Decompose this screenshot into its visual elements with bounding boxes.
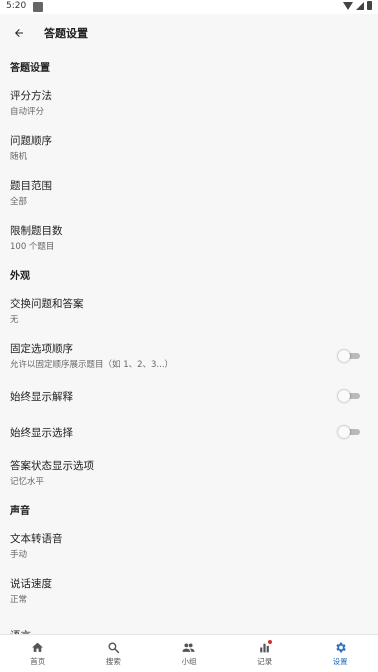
setting-language[interactable]: 语言 [0,613,378,634]
setting-fixed-option-order[interactable]: 固定选项顺序 允许以固定顺序展示题目（如 1、2、3...） [0,333,378,378]
setting-text-to-speech[interactable]: 文本转语音 手动 [0,523,378,568]
setting-answer-status-options[interactable]: 答案状态显示选项 记忆水平 [0,450,378,495]
setting-title: 问题顺序 [10,135,52,147]
app-bar: 答题设置 [0,14,378,52]
setting-scoring-method[interactable]: 评分方法 自动评分 [0,80,378,125]
arrow-left-icon [15,29,23,37]
show-explanation-toggle[interactable] [338,389,360,403]
setting-title: 文本转语音 [10,533,63,545]
setting-value: 手动 [10,550,28,560]
nav-records[interactable]: 记录 [227,635,303,672]
gear-icon [336,642,346,652]
home-icon [32,642,44,652]
signal-icon [356,1,364,10]
setting-title: 评分方法 [10,90,52,102]
setting-title: 始终显示选择 [10,426,73,439]
section-header-sound: 声音 [10,505,30,517]
setting-value: 100 个题目 [10,242,55,252]
setting-value: 允许以固定顺序展示题目（如 1、2、3...） [10,360,174,370]
setting-value: 全部 [10,197,28,207]
bottom-navigation: 首页 搜索 小组 记录 设置 [0,634,378,672]
setting-title: 始终显示解释 [10,390,73,403]
section-header-answer: 答题设置 [10,62,50,74]
status-icons [343,1,372,10]
toggle-knob [338,426,350,438]
setting-show-explanation[interactable]: 始终显示解释 [0,378,378,414]
setting-title: 题目范围 [10,180,52,192]
search-icon [108,641,120,653]
setting-value: 正常 [10,595,28,605]
toggle-knob [338,349,350,362]
status-bar: 5:20 [0,0,378,14]
setting-show-choices[interactable]: 始终显示选择 [0,414,378,450]
page-title: 答题设置 [44,27,88,40]
group-icon [183,642,195,652]
battery-icon [367,1,372,10]
setting-question-limit[interactable]: 限制题目数 100 个题目 [0,215,378,260]
setting-value: 无 [10,315,19,325]
nav-group-label: 小组 [181,656,197,666]
notification-badge [267,640,272,644]
settings-list[interactable]: 答题设置 评分方法 自动评分 问题顺序 随机 题目范围 全部 限制题目数 100… [0,52,378,634]
setting-value: 记忆水平 [10,477,45,487]
status-time: 5:20 [6,1,27,11]
nav-records-label: 记录 [257,656,273,666]
fixed-order-toggle[interactable] [338,349,360,363]
setting-swap-qa[interactable]: 交换问题和答案 无 [0,288,378,333]
setting-title: 答案状态显示选项 [10,460,94,472]
setting-title: 交换问题和答案 [10,298,84,310]
setting-value: 自动评分 [10,107,45,117]
nav-settings[interactable]: 设置 [302,635,378,672]
nav-search-label: 搜索 [105,656,121,666]
notification-icon [33,2,43,12]
nav-search[interactable]: 搜索 [76,635,152,672]
nav-group[interactable]: 小组 [151,635,227,672]
show-choices-toggle[interactable] [338,425,360,439]
setting-question-order[interactable]: 问题顺序 随机 [0,125,378,170]
setting-question-range[interactable]: 题目范围 全部 [0,170,378,215]
nav-home[interactable]: 首页 [0,635,76,672]
setting-speech-speed[interactable]: 说话速度 正常 [0,568,378,613]
back-button[interactable] [8,22,30,44]
setting-title: 限制题目数 [10,225,63,237]
wifi-icon [343,1,353,10]
setting-title: 固定选项顺序 [10,343,73,355]
nav-home-label: 首页 [30,656,46,666]
section-header-appearance: 外观 [10,270,30,282]
setting-title: 说话速度 [10,578,52,590]
setting-value: 随机 [10,152,28,162]
nav-settings-label: 设置 [332,656,348,666]
toggle-knob [338,390,350,402]
